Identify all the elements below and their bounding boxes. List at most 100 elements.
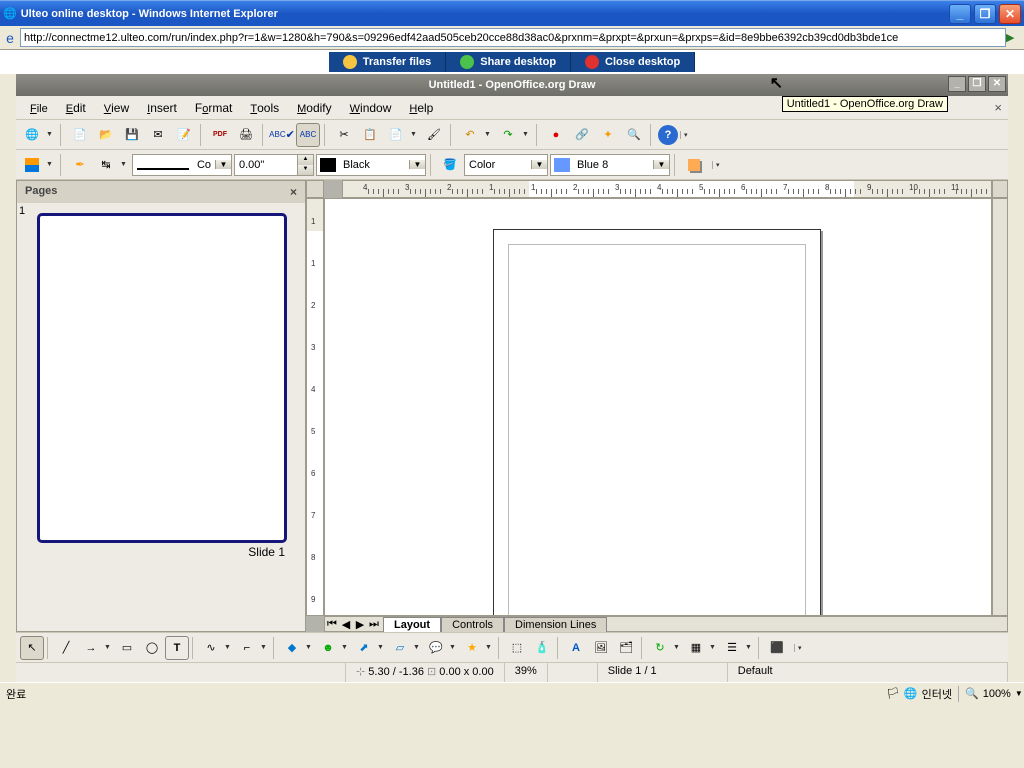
cut-button[interactable]: ✂ <box>332 123 356 147</box>
format-paint-button[interactable]: 🖌 <box>422 123 446 147</box>
navigator-button[interactable]: ✦ <box>596 123 620 147</box>
menu-modify[interactable]: Modify <box>289 99 340 117</box>
tab-controls[interactable]: Controls <box>441 617 504 632</box>
spellcheck-button[interactable]: ABC✔ <box>270 123 294 147</box>
line-tool[interactable]: ╱ <box>54 636 78 660</box>
edit-mode-button[interactable]: 📝 <box>172 123 196 147</box>
ie-close-button[interactable]: ✕ <box>999 4 1021 24</box>
select-tool[interactable]: ↖ <box>20 636 44 660</box>
horizontal-scrollbar[interactable]: ⏮ ◀ ▶ ⏭ Layout Controls Dimension Lines <box>324 616 1008 632</box>
undo-button[interactable]: ↶ <box>458 123 482 147</box>
pdf-button[interactable]: PDF <box>208 123 232 147</box>
drawbar-expand-icon[interactable]: ▾ <box>794 644 804 652</box>
zoom-button[interactable]: 🔍 <box>622 123 646 147</box>
open-url-button[interactable]: 🌐 <box>20 123 44 147</box>
menu-tools[interactable]: Tools <box>242 99 287 117</box>
menu-view[interactable]: View <box>96 99 137 117</box>
new-button[interactable]: 📄 <box>68 123 92 147</box>
autospell-button[interactable]: ABC <box>296 123 320 147</box>
vertical-ruler[interactable]: 1123456789 <box>306 198 324 616</box>
menu-edit[interactable]: Edit <box>58 99 94 117</box>
drawing-canvas[interactable] <box>324 198 992 616</box>
arrange-button[interactable] <box>20 153 44 177</box>
horizontal-ruler[interactable]: 4321123456789101112 <box>342 180 992 198</box>
rotate-tool[interactable]: ↻ <box>648 636 672 660</box>
open-button[interactable]: 📂 <box>94 123 118 147</box>
points-tool[interactable]: ⬚ <box>505 636 529 660</box>
toolbar2-expand-icon[interactable]: ▾ <box>712 161 722 169</box>
line-color-combo[interactable]: Black▼ <box>316 154 426 176</box>
symbol-shapes-tool[interactable]: ☻ <box>316 636 340 660</box>
rectangle-tool[interactable]: ▭ <box>115 636 139 660</box>
page[interactable] <box>493 229 821 616</box>
glue-tool[interactable]: 🧴 <box>530 636 554 660</box>
hyperlink-button[interactable]: 🔗 <box>570 123 594 147</box>
print-button[interactable]: 🖨 <box>234 123 258 147</box>
doc-close-button[interactable]: × <box>994 100 1002 115</box>
app-maximize-button[interactable]: ❐ <box>968 76 986 92</box>
arrow-tool[interactable]: → <box>79 636 103 660</box>
status-style: Default <box>728 663 1008 682</box>
fill-type-combo[interactable]: Color▼ <box>464 154 548 176</box>
menu-file[interactable]: File <box>22 99 56 117</box>
fill-color-combo[interactable]: Blue 8▼ <box>550 154 670 176</box>
email-button[interactable]: ✉ <box>146 123 170 147</box>
line-style-combo[interactable]: Co▼ <box>132 154 232 176</box>
gallery-tool[interactable]: 🗂 <box>614 636 638 660</box>
flowchart-tool[interactable]: ▱ <box>388 636 412 660</box>
redo-button[interactable]: ↷ <box>496 123 520 147</box>
toolbar-expand-icon[interactable]: ▾ <box>680 131 690 139</box>
prev-tab-button[interactable]: ◀ <box>339 618 353 631</box>
connector-tool[interactable]: ⌐ <box>235 636 259 660</box>
transfer-files-button[interactable]: Transfer files <box>329 52 446 72</box>
ie-go-icon[interactable]: ▶ <box>1006 31 1024 44</box>
menu-help[interactable]: Help <box>401 99 441 117</box>
status-pos: ⊹ 5.30 / -1.36 ⊡ 0.00 x 0.00 <box>346 663 505 682</box>
close-desktop-button[interactable]: Close desktop <box>571 52 695 72</box>
area-button[interactable]: 🪣 <box>438 153 462 177</box>
arrange-tool[interactable]: ☰ <box>720 636 744 660</box>
ie-maximize-button[interactable]: ❐ <box>974 4 996 24</box>
fontwork-tool[interactable]: A <box>564 636 588 660</box>
last-tab-button[interactable]: ⏭ <box>367 618 381 631</box>
status-slide: Slide 1 / 1 <box>598 663 728 682</box>
block-arrows-tool[interactable]: ⬈ <box>352 636 376 660</box>
menu-insert[interactable]: Insert <box>139 99 185 117</box>
shadow-button[interactable] <box>682 153 706 177</box>
help-button[interactable]: ? <box>658 125 678 145</box>
ie-url-input[interactable] <box>20 28 1006 47</box>
people-icon <box>460 55 474 69</box>
share-desktop-button[interactable]: Share desktop <box>446 52 571 72</box>
arrow-style-button[interactable]: ↹ <box>94 153 118 177</box>
chart-button[interactable]: ● <box>544 123 568 147</box>
line-end-button[interactable]: ✒ <box>68 153 92 177</box>
pages-panel-close-button[interactable]: × <box>290 185 297 199</box>
ellipse-tool[interactable]: ◯ <box>140 636 164 660</box>
vertical-scrollbar[interactable] <box>992 198 1008 616</box>
next-tab-button[interactable]: ▶ <box>353 618 367 631</box>
tab-layout[interactable]: Layout <box>383 617 441 632</box>
extrude-tool[interactable]: ⬛ <box>765 636 789 660</box>
save-button[interactable]: 💾 <box>120 123 144 147</box>
line-width-spin[interactable]: 0.00"▲▼ <box>234 154 314 176</box>
align-tool[interactable]: ▦ <box>684 636 708 660</box>
app-close-button[interactable]: ✕ <box>988 76 1006 92</box>
ie-zoom[interactable]: 🔍100%▼ <box>958 686 1018 702</box>
menu-format[interactable]: Format <box>187 99 240 117</box>
paste-button[interactable]: 📄 <box>384 123 408 147</box>
curve-tool[interactable]: ∿ <box>199 636 223 660</box>
status-zoom[interactable]: 39% <box>505 663 548 682</box>
tab-dimension[interactable]: Dimension Lines <box>504 617 607 632</box>
app-minimize-button[interactable]: _ <box>948 76 966 92</box>
copy-button[interactable]: 📋 <box>358 123 382 147</box>
ie-minimize-button[interactable]: _ <box>949 4 971 24</box>
from-file-tool[interactable]: 🖼 <box>589 636 613 660</box>
text-tool[interactable]: T <box>165 636 189 660</box>
menu-window[interactable]: Window <box>342 99 400 117</box>
callouts-tool[interactable]: 💬 <box>424 636 448 660</box>
stars-tool[interactable]: ★ <box>460 636 484 660</box>
slide-thumbnail[interactable] <box>37 213 287 543</box>
basic-shapes-tool[interactable]: ◆ <box>280 636 304 660</box>
first-tab-button[interactable]: ⏮ <box>325 618 339 631</box>
portal-bar: Transfer files Share desktop Close deskt… <box>0 50 1024 74</box>
